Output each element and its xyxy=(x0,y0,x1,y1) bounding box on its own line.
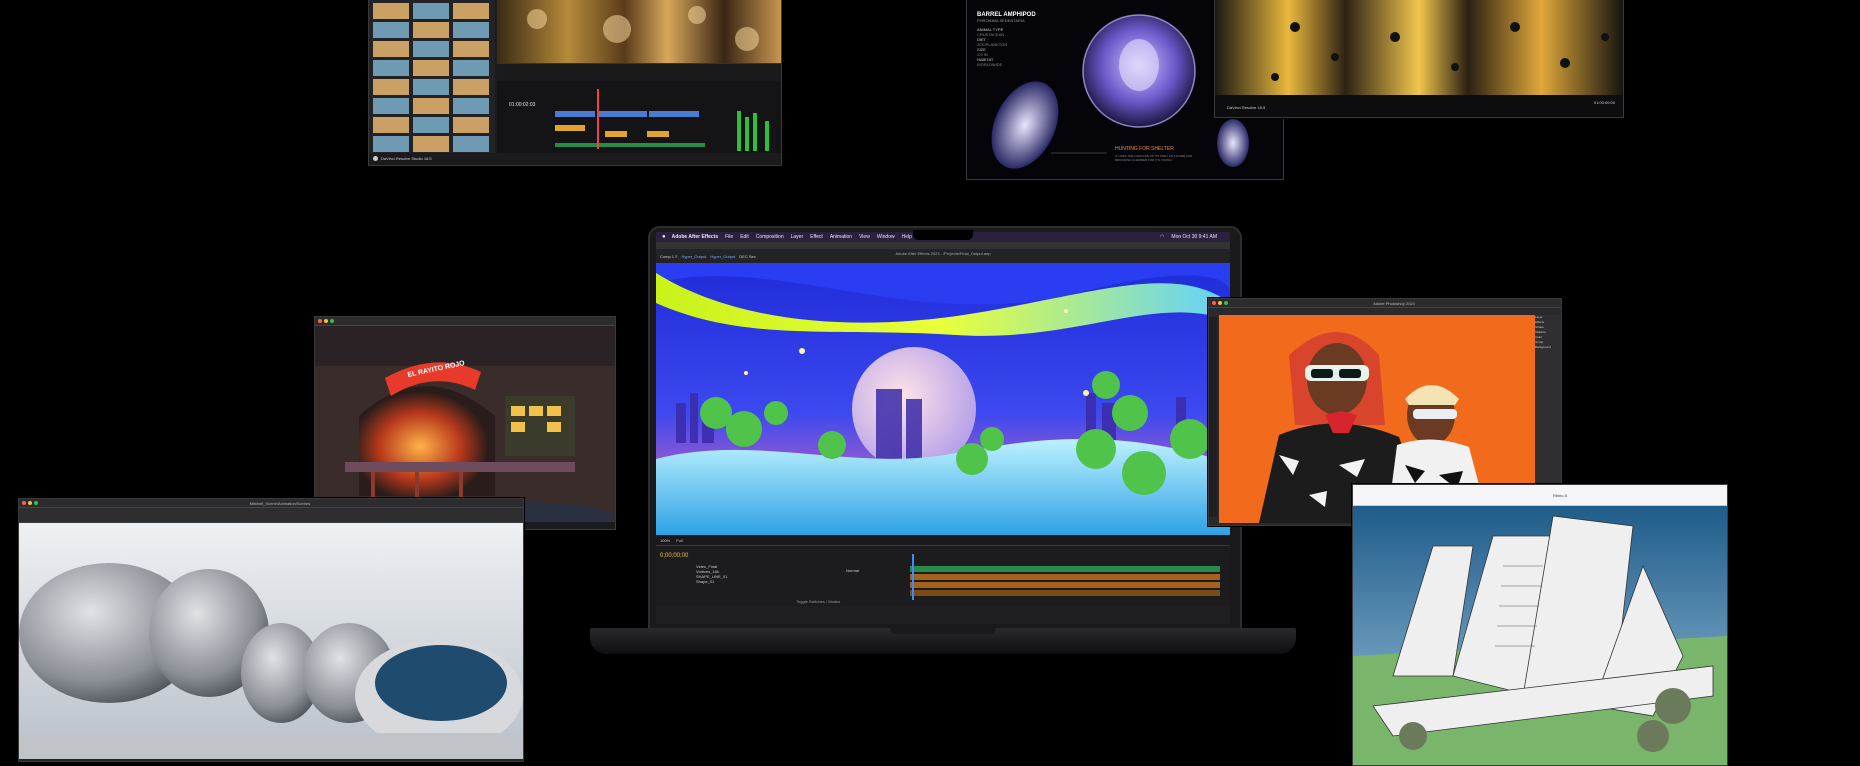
3d-viewport[interactable] xyxy=(19,523,523,759)
media-thumbnail[interactable] xyxy=(453,117,489,133)
architecture-window: Rhino 8 xyxy=(1352,484,1728,766)
media-thumbnail[interactable] xyxy=(373,79,409,95)
media-thumbnail[interactable] xyxy=(453,3,489,19)
window-title: Rhino 8 xyxy=(1553,492,1567,498)
media-thumbnail[interactable] xyxy=(413,3,449,19)
media-thumbnail[interactable] xyxy=(453,136,489,152)
blend-mode[interactable]: Normal xyxy=(846,568,859,573)
quality-dropdown[interactable]: Full xyxy=(676,538,682,543)
timeline-clip[interactable] xyxy=(649,111,699,117)
comp-tab[interactable]: Hyper_Output xyxy=(681,254,706,259)
toolbar: Rhino 8 xyxy=(1353,485,1727,506)
media-thumbnail[interactable] xyxy=(453,60,489,76)
timeline-tracks[interactable] xyxy=(910,552,1230,602)
media-thumbnail[interactable] xyxy=(373,41,409,57)
viewer-controls: 100% Full xyxy=(656,535,1230,545)
resolve-window: 01:00:02:03 DaVinci Resolve Studio 18.5 xyxy=(368,0,782,166)
wifi-icon[interactable]: ◠ xyxy=(1160,234,1164,240)
resolve-logo-icon xyxy=(373,156,378,161)
apple-icon[interactable]: ● xyxy=(662,234,666,240)
comp-tab[interactable]: Comp 1 ≡ xyxy=(660,254,677,259)
window-title: Adobe Photoshop 2024 xyxy=(1373,300,1415,306)
media-thumbnail[interactable] xyxy=(413,79,449,95)
timeline-timecode[interactable]: 0;00;00;00 xyxy=(660,553,688,559)
window-title: Adobe After Effects 2023 - /Projects/Fin… xyxy=(895,251,991,256)
window-title-bar: Adobe After Effects 2023 - /Projects/Fin… xyxy=(656,242,1230,256)
media-thumbnail[interactable] xyxy=(413,41,449,57)
composition-viewer[interactable] xyxy=(656,263,1230,535)
media-thumbnail[interactable] xyxy=(373,60,409,76)
menu-edit[interactable]: Edit xyxy=(740,234,749,240)
timeline-clip[interactable] xyxy=(597,111,647,117)
media-thumbnail[interactable] xyxy=(373,117,409,133)
comp-tab[interactable]: DEC Sec xyxy=(739,254,755,259)
timeline-clip[interactable] xyxy=(555,111,595,117)
title-bar: Mitchell_Scene/Animation/Scenes xyxy=(19,499,523,508)
media-thumbnails xyxy=(373,3,489,152)
menu-file[interactable]: File xyxy=(725,234,733,240)
media-thumbnail[interactable] xyxy=(413,60,449,76)
stones-window: Mitchell_Scene/Animation/Scenes xyxy=(18,498,524,762)
laptop: ● Adobe After Effects File Edit Composit… xyxy=(590,226,1296,656)
laptop-base xyxy=(590,628,1296,654)
caption-title: HUNTING FOR SHELTER xyxy=(1115,146,1174,152)
timeline-clip[interactable] xyxy=(555,125,585,131)
scene-path: Mitchell_Scene/Animation/Scenes xyxy=(249,500,311,506)
title-bar xyxy=(315,317,615,326)
timeline-clip[interactable] xyxy=(647,131,669,137)
media-thumbnail[interactable] xyxy=(453,41,489,57)
resolve-window-2: DaVinci Resolve 18.5 01:00:00:00 xyxy=(1214,0,1624,118)
app-label-2: DaVinci Resolve 18.5 xyxy=(1227,105,1266,110)
bar-scene[interactable] xyxy=(315,326,615,522)
media-thumbnail[interactable] xyxy=(453,98,489,114)
caption-body: IT USES THE CARCASS OF ITS PREY AS A HOM… xyxy=(1115,154,1193,162)
menu-app[interactable]: Adobe After Effects xyxy=(672,234,719,240)
comp-tab[interactable]: Hyper_Output xyxy=(710,254,735,259)
media-thumbnail[interactable] xyxy=(373,98,409,114)
layer-row[interactable]: Shape_01 xyxy=(696,579,876,584)
zoom-dropdown[interactable]: 100% xyxy=(660,538,670,543)
media-thumbnail[interactable] xyxy=(413,22,449,38)
media-thumbnail[interactable] xyxy=(453,22,489,38)
menu-effect[interactable]: Effect xyxy=(810,234,823,240)
menu-layer[interactable]: Layer xyxy=(791,234,804,240)
notch xyxy=(913,230,973,240)
timeline: 01:00:02:03 xyxy=(497,81,781,153)
media-thumbnail[interactable] xyxy=(373,136,409,152)
playhead[interactable] xyxy=(597,89,599,149)
tools-panel xyxy=(1209,317,1217,517)
viewer xyxy=(497,0,781,63)
laptop-screen: ● Adobe After Effects File Edit Composit… xyxy=(656,232,1230,624)
toolbar xyxy=(19,508,523,523)
media-thumbnail[interactable] xyxy=(453,79,489,95)
menu-composition[interactable]: Composition xyxy=(756,234,784,240)
media-thumbnail[interactable] xyxy=(413,98,449,114)
app-label: DaVinci Resolve Studio 18.5 xyxy=(381,156,432,161)
audio-track[interactable] xyxy=(555,143,705,147)
architecture-viewport[interactable] xyxy=(1353,506,1727,766)
media-thumbnail[interactable] xyxy=(373,22,409,38)
timeline-clip[interactable] xyxy=(605,131,627,137)
transport-bar[interactable] xyxy=(497,63,781,82)
media-thumbnail[interactable] xyxy=(413,117,449,133)
clock: Mon Oct 30 9:41 AM xyxy=(1171,234,1217,240)
timeline-panel: 0;00;00;00 Video_Final Vortices_16k SHAP… xyxy=(656,545,1230,606)
menu-help[interactable]: Help xyxy=(902,234,912,240)
title-bar: Adobe Photoshop 2024 xyxy=(1209,299,1561,308)
timecode-2: 01:00:00:00 xyxy=(1593,100,1615,105)
media-pool xyxy=(369,0,495,153)
media-thumbnail[interactable] xyxy=(373,3,409,19)
toggle-modes[interactable]: Toggle Switches / Modes xyxy=(796,599,840,604)
viewer-2-overlay xyxy=(1271,22,1609,81)
media-thumbnail[interactable] xyxy=(413,136,449,152)
menu-window[interactable]: Window xyxy=(877,234,895,240)
menu-animation[interactable]: Animation xyxy=(830,234,852,240)
menu-view[interactable]: View xyxy=(859,234,870,240)
layer-item[interactable]: Background xyxy=(1535,345,1561,350)
